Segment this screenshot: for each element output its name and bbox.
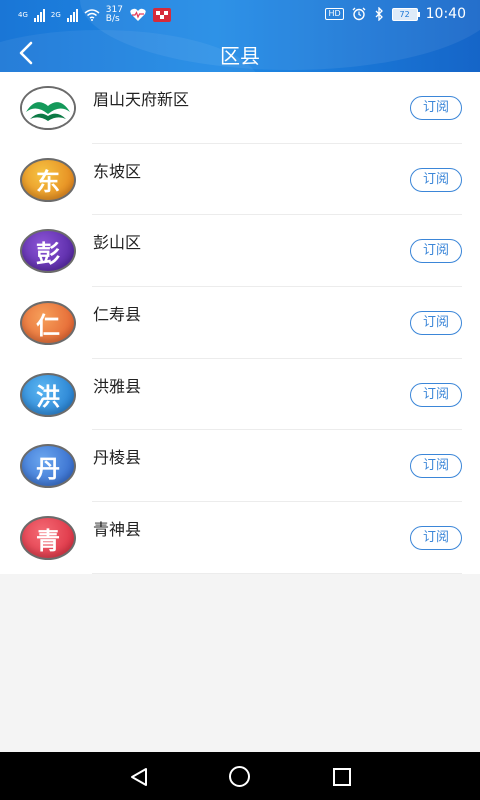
district-name: 青神县 [93, 520, 142, 540]
header-bar: 4G 2G 317 B/s HD 72 10:40 区县 [0, 0, 480, 72]
list-item[interactable]: 青 青神县 订阅 [0, 502, 480, 574]
district-logo-glyph: 仁 [36, 310, 60, 340]
nav-home-icon[interactable] [229, 766, 250, 787]
list-item[interactable]: 东 东坡区 订阅 [0, 144, 480, 216]
battery-icon: 72 [391, 7, 420, 21]
list-item[interactable]: 眉山天府新区 订阅 [0, 72, 480, 144]
district-name: 东坡区 [93, 161, 142, 181]
district-name: 洪雅县 [93, 376, 142, 396]
battery-level: 72 [399, 9, 410, 19]
district-name: 彭山区 [93, 233, 142, 253]
list-item[interactable]: 仁 仁寿县 订阅 [0, 287, 480, 359]
district-logo: 彭 [20, 229, 76, 274]
district-name: 丹棱县 [93, 448, 142, 468]
network-type-2: 2G [50, 10, 61, 19]
nav-recent-apps-icon[interactable] [333, 768, 351, 786]
signal-icon [66, 8, 78, 22]
app-notification-icon [152, 8, 171, 22]
subscribe-button[interactable]: 订阅 [410, 167, 462, 192]
district-logo-glyph: 青 [36, 525, 60, 555]
divider [92, 572, 462, 574]
district-logo-glyph: 洪 [36, 382, 60, 412]
list-item[interactable]: 丹 丹棱县 订阅 [0, 430, 480, 503]
subscribe-button[interactable]: 订阅 [410, 454, 462, 479]
heart-rate-icon [130, 8, 146, 21]
page-title: 区县 [220, 44, 260, 68]
hd-badge: HD [325, 8, 344, 20]
district-logo: 丹 [20, 444, 76, 489]
district-name: 仁寿县 [93, 305, 142, 325]
clock: 10:40 [425, 6, 466, 22]
subscribe-button[interactable]: 订阅 [410, 239, 462, 264]
district-logo: 青 [20, 516, 76, 561]
subscribe-button[interactable]: 订阅 [410, 382, 462, 407]
district-logo: 洪 [20, 372, 76, 417]
district-logo: 仁 [20, 301, 76, 346]
district-logo: 东 [20, 157, 76, 202]
title-bar: 区县 [0, 32, 480, 72]
network-type-1: 4G [18, 10, 28, 19]
district-logo [20, 86, 76, 130]
list-item[interactable]: 洪 洪雅县 订阅 [0, 359, 480, 431]
net-speed-unit: B/s [105, 14, 120, 24]
list-item[interactable]: 彭 彭山区 订阅 [0, 215, 480, 288]
district-logo-glyph: 丹 [36, 453, 60, 483]
district-logo-glyph: 彭 [36, 238, 60, 268]
subscribe-button[interactable]: 订阅 [410, 96, 462, 120]
bluetooth-icon [375, 7, 383, 21]
district-name: 眉山天府新区 [93, 90, 190, 109]
district-list: 眉山天府新区 订阅 东 东坡区 订阅 彭 彭山区 订阅 仁 仁寿县 订阅 洪 洪… [0, 72, 480, 574]
district-logo-glyph: 东 [36, 167, 60, 197]
wifi-icon [84, 9, 100, 21]
signal-icon [33, 8, 45, 22]
nav-back-icon[interactable] [128, 766, 150, 788]
subscribe-button[interactable]: 订阅 [410, 526, 462, 551]
alarm-icon [352, 7, 366, 21]
system-nav-bar [0, 752, 480, 800]
status-bar: 4G 2G 317 B/s HD 72 10:40 [0, 0, 480, 32]
subscribe-button[interactable]: 订阅 [410, 311, 462, 336]
mountain-logo-icon [22, 88, 74, 128]
